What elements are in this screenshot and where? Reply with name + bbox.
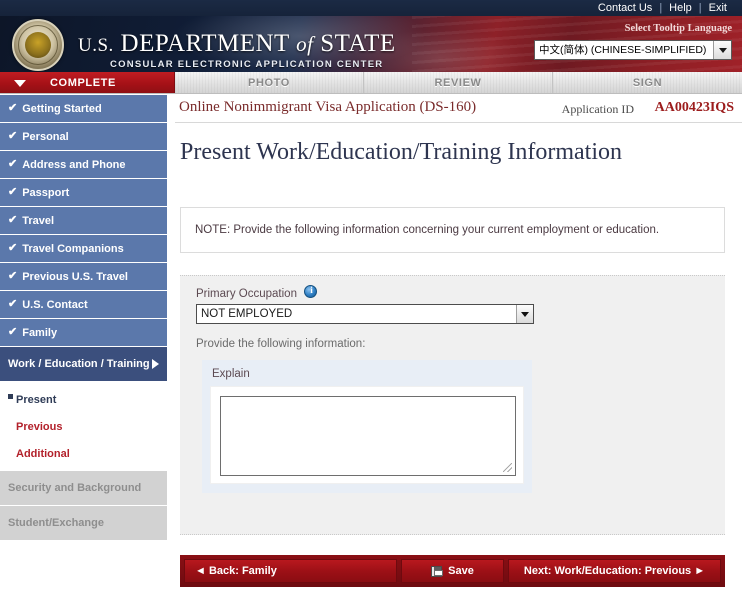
- check-icon: ✔: [8, 158, 18, 170]
- sidebar-item-label: Personal: [22, 130, 69, 143]
- next-button-label: Next: Work/Education: Previous ►: [523, 565, 706, 577]
- save-button-label: Save: [448, 565, 474, 577]
- title-department: DEPARTMENT: [120, 30, 290, 57]
- main-tab-bar: COMPLETE PHOTO REVIEW SIGN: [0, 72, 742, 94]
- primary-occupation-select[interactable]: NOT EMPLOYED: [196, 304, 534, 324]
- primary-occupation-value: NOT EMPLOYED: [201, 308, 293, 320]
- sidebar-item-travel-companions[interactable]: ✔ Travel Companions: [0, 235, 167, 262]
- save-button[interactable]: Save: [401, 559, 504, 583]
- note-text: NOTE: Provide the following information …: [195, 224, 660, 236]
- sidebar-item-security-and-background: Security and Background: [0, 471, 167, 505]
- sidebar-item-label: Previous U.S. Travel: [22, 270, 128, 283]
- sidebar-item-label: Passport: [22, 186, 70, 199]
- back-button-label: ◄ Back: Family: [195, 565, 277, 577]
- chevron-down-icon: [14, 80, 26, 87]
- sidebar-item-personal[interactable]: ✔ Personal: [0, 123, 167, 150]
- sidebar-item-label: Travel Companions: [22, 242, 124, 255]
- sidebar-item-label: Getting Started: [22, 102, 102, 115]
- info-icon[interactable]: [304, 285, 318, 298]
- sidebar-item-label: Student/Exchange: [8, 517, 104, 529]
- department-title: U.S. DEPARTMENT of STATE: [78, 30, 396, 58]
- check-icon: ✔: [8, 214, 18, 226]
- sidebar-subitem-additional[interactable]: Additional: [0, 440, 175, 467]
- sidebar-item-work-education-training[interactable]: Work / Education / Training: [0, 347, 167, 381]
- back-button[interactable]: ◄ Back: Family: [184, 559, 397, 583]
- sidebar-subitem-previous[interactable]: Previous: [0, 413, 175, 440]
- sidebar-item-label: Travel: [22, 214, 55, 227]
- tooltip-language-select[interactable]: 中文(简体) (CHINESE-SIMPLIFIED): [534, 40, 732, 60]
- explain-inner-frame: [210, 386, 524, 484]
- sidebar-item-getting-started[interactable]: ✔ Getting Started: [0, 95, 167, 122]
- sidebar-item-travel[interactable]: ✔ Travel: [0, 207, 167, 234]
- chevron-right-icon: [152, 359, 159, 369]
- sidebar-item-previous-us-travel[interactable]: ✔ Previous U.S. Travel: [0, 263, 167, 290]
- sidebar-item-passport[interactable]: ✔ Passport: [0, 179, 167, 206]
- tab-review-label: REVIEW: [434, 76, 482, 89]
- check-icon: ✔: [8, 326, 18, 338]
- sidebar-navigation: ✔ Getting Started ✔ Personal ✔ Address a…: [0, 95, 175, 601]
- application-id-label: Application ID: [561, 102, 634, 116]
- check-icon: ✔: [8, 102, 18, 114]
- masthead-banner: U.S. DEPARTMENT of STATE CONSULAR ELECTR…: [0, 16, 742, 72]
- sidebar-subitem-label: Additional: [16, 447, 70, 460]
- utility-links: Contact Us | Help | Exit: [591, 0, 734, 16]
- next-button[interactable]: Next: Work/Education: Previous ►: [508, 559, 721, 583]
- tab-photo[interactable]: PHOTO: [175, 72, 364, 93]
- sidebar-item-address-and-phone[interactable]: ✔ Address and Phone: [0, 151, 167, 178]
- exit-link[interactable]: Exit: [702, 0, 734, 16]
- tooltip-language-label: Select Tooltip Language: [624, 23, 732, 34]
- tab-complete[interactable]: COMPLETE: [0, 72, 175, 93]
- department-subtitle: CONSULAR ELECTRONIC APPLICATION CENTER: [110, 59, 384, 70]
- page-application-title: Online Nonimmigrant Visa Application (DS…: [179, 99, 477, 115]
- form-panel: Primary Occupation NOT EMPLOYED Provide …: [180, 275, 725, 535]
- sidebar-subitem-present[interactable]: Present: [0, 386, 175, 413]
- main-content: Present Work/Education/Training Informat…: [175, 123, 742, 601]
- check-icon: ✔: [8, 270, 18, 282]
- sidebar-item-student-exchange: Student/Exchange: [0, 506, 167, 540]
- check-icon: ✔: [8, 130, 18, 142]
- application-id-value: AA00423IQS: [654, 100, 734, 115]
- sidebar-subitem-label: Previous: [16, 420, 63, 433]
- explain-textarea[interactable]: [220, 396, 516, 476]
- sidebar-item-label: Security and Background: [8, 482, 142, 494]
- sidebar-item-label: Address and Phone: [22, 158, 126, 171]
- title-state: STATE: [320, 30, 396, 57]
- check-icon: ✔: [8, 186, 18, 198]
- sidebar-item-us-contact[interactable]: ✔ U.S. Contact: [0, 291, 167, 318]
- provide-information-text: Provide the following information:: [196, 338, 366, 350]
- chevron-down-icon[interactable]: [516, 305, 533, 323]
- tab-sign-label: SIGN: [632, 76, 663, 89]
- tooltip-language-value: 中文(简体) (CHINESE-SIMPLIFIED): [539, 44, 707, 56]
- check-icon: ✔: [8, 298, 18, 310]
- check-icon: ✔: [8, 242, 18, 254]
- form-action-bar: ◄ Back: Family Save Next: Work/Education…: [180, 555, 725, 587]
- seal-ring-decoration: [18, 25, 58, 65]
- primary-occupation-label: Primary Occupation: [196, 288, 297, 300]
- sidebar-subitem-label: Present: [16, 393, 57, 406]
- title-of: of: [296, 32, 314, 56]
- application-header-row: Online Nonimmigrant Visa Application (DS…: [175, 95, 742, 123]
- help-link[interactable]: Help: [662, 0, 699, 16]
- sidebar-item-label: Work / Education / Training: [8, 358, 150, 370]
- page-title: Present Work/Education/Training Informat…: [180, 139, 623, 165]
- tab-complete-label: COMPLETE: [50, 76, 116, 89]
- tab-review[interactable]: REVIEW: [364, 72, 553, 93]
- explain-label: Explain: [212, 368, 250, 380]
- sidebar-item-label: U.S. Contact: [22, 298, 88, 311]
- utility-bar: Contact Us | Help | Exit: [0, 0, 742, 16]
- sidebar-item-label: Family: [22, 326, 58, 339]
- contact-us-link[interactable]: Contact Us: [591, 0, 659, 16]
- sidebar-item-family[interactable]: ✔ Family: [0, 319, 167, 346]
- tab-sign[interactable]: SIGN: [553, 72, 742, 93]
- tab-photo-label: PHOTO: [248, 76, 290, 89]
- save-floppy-icon: [431, 565, 444, 577]
- note-box: NOTE: Provide the following information …: [180, 207, 725, 253]
- department-of-state-seal-icon: [12, 19, 64, 71]
- chevron-down-icon[interactable]: [713, 41, 731, 59]
- explain-block: Explain: [202, 360, 532, 493]
- title-us: U.S.: [78, 35, 114, 56]
